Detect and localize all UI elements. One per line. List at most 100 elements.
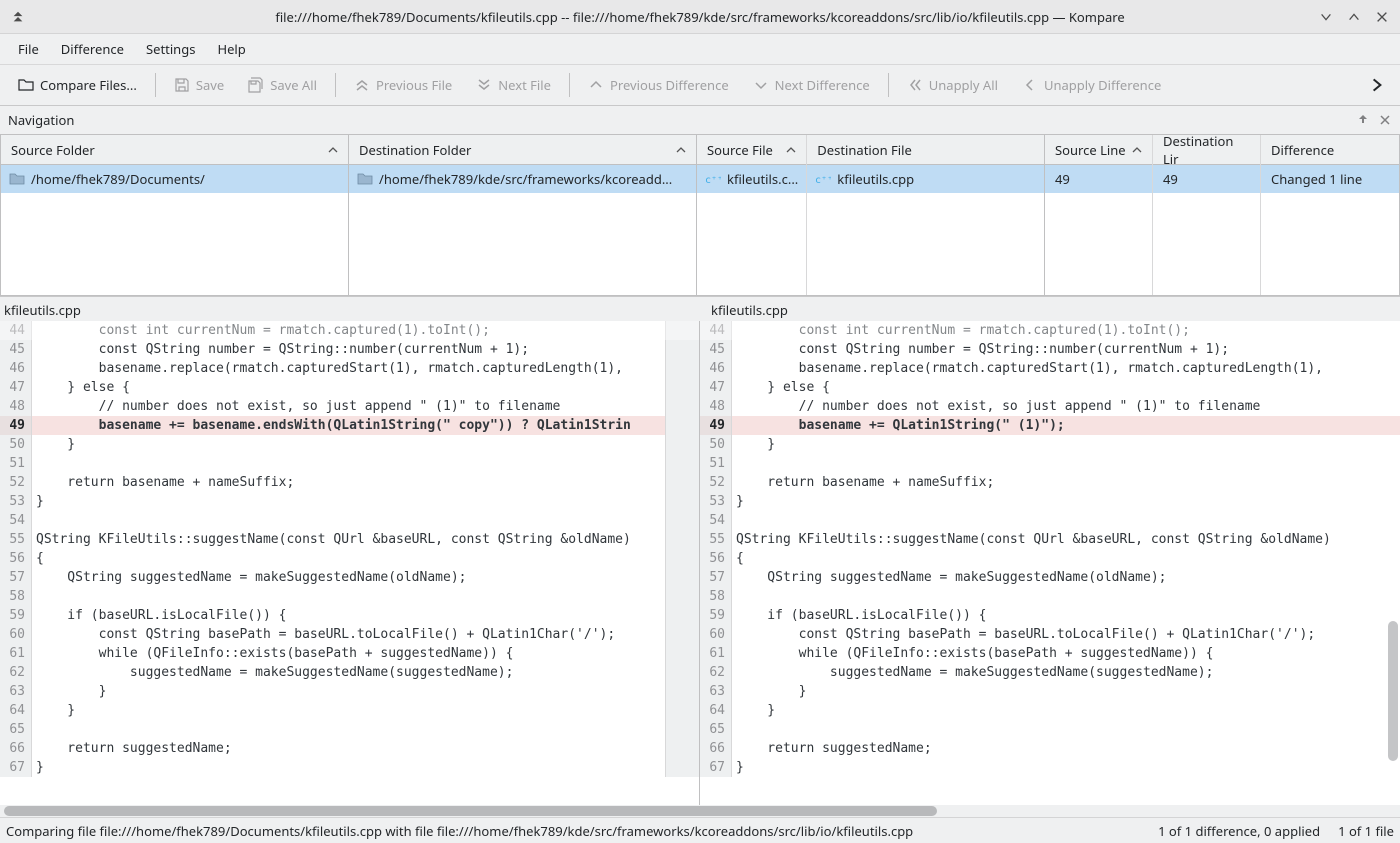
code-line[interactable]: 57 QString suggestedName = makeSuggested…	[700, 568, 1400, 587]
code-line[interactable]: 51	[700, 454, 1400, 473]
code-text	[732, 587, 736, 606]
line-number: 65	[700, 720, 732, 739]
code-line[interactable]: 54	[0, 511, 699, 530]
status-diffs: 1 of 1 difference, 0 applied	[1158, 822, 1320, 840]
code-line[interactable]: 53}	[0, 492, 699, 511]
minimize-button[interactable]	[1318, 9, 1334, 25]
save-all-button: Save All	[238, 70, 327, 100]
code-line[interactable]: 44 const int currentNum = rmatch.capture…	[0, 321, 699, 340]
code-line[interactable]: 53}	[700, 492, 1400, 511]
destination-line-cell[interactable]: 49	[1153, 165, 1260, 193]
source-pane[interactable]: 44 const int currentNum = rmatch.capture…	[0, 321, 700, 805]
code-text: return basename + nameSuffix;	[732, 473, 994, 492]
source-folder-row[interactable]: /home/fhek789/Documents/	[1, 165, 348, 193]
menu-file[interactable]: File	[8, 36, 49, 62]
code-line[interactable]: 55QString KFileUtils::suggestName(const …	[700, 530, 1400, 549]
code-line[interactable]: 48 // number does not exist, so just app…	[0, 397, 699, 416]
source-folder-header[interactable]: Source Folder	[1, 135, 348, 165]
code-line[interactable]: 67}	[0, 758, 699, 777]
destination-folder-header[interactable]: Destination Folder	[349, 135, 696, 165]
destination-pane[interactable]: 44 const int currentNum = rmatch.capture…	[700, 321, 1400, 805]
destination-line-header[interactable]: Destination Lir	[1153, 135, 1260, 165]
compare-files-button[interactable]: Compare Files...	[8, 70, 147, 100]
code-line[interactable]: 63 }	[0, 682, 699, 701]
code-line[interactable]: 64 }	[700, 701, 1400, 720]
code-line[interactable]: 60 const QString basePath = baseURL.toLo…	[0, 625, 699, 644]
code-line[interactable]: 46 basename.replace(rmatch.capturedStart…	[700, 359, 1400, 378]
code-line[interactable]: 66 return suggestedName;	[700, 739, 1400, 758]
code-line[interactable]: 55QString KFileUtils::suggestName(const …	[0, 530, 699, 549]
diff-marker	[665, 720, 699, 739]
maximize-button[interactable]	[1346, 9, 1362, 25]
code-line[interactable]: 62 suggestedName = makeSuggestedName(sug…	[700, 663, 1400, 682]
code-text: } else {	[732, 378, 830, 397]
diff-marker	[665, 397, 699, 416]
code-line[interactable]: 67}	[700, 758, 1400, 777]
code-text	[732, 454, 736, 473]
code-line[interactable]: 51	[0, 454, 699, 473]
code-line[interactable]: 61 while (QFileInfo::exists(basePath + s…	[700, 644, 1400, 663]
code-line[interactable]: 47 } else {	[0, 378, 699, 397]
vertical-scrollbar[interactable]	[1388, 621, 1398, 761]
code-line[interactable]: 47 } else {	[700, 378, 1400, 397]
code-line[interactable]: 64 }	[0, 701, 699, 720]
menu-difference[interactable]: Difference	[51, 36, 134, 62]
code-line[interactable]: 56{	[0, 549, 699, 568]
code-line[interactable]: 52 return basename + nameSuffix;	[0, 473, 699, 492]
diff-marker	[665, 378, 699, 397]
code-text	[32, 454, 36, 473]
code-line[interactable]: 60 const QString basePath = baseURL.toLo…	[700, 625, 1400, 644]
diff-marker	[665, 492, 699, 511]
code-line[interactable]: 56{	[700, 549, 1400, 568]
float-panel-icon[interactable]	[1356, 113, 1370, 127]
source-file-header[interactable]: Source File	[697, 135, 806, 165]
horizontal-scrollbar[interactable]	[4, 806, 937, 816]
code-line[interactable]: 58	[0, 587, 699, 606]
code-line[interactable]: 44 const int currentNum = rmatch.capture…	[700, 321, 1400, 340]
difference-cell[interactable]: Changed 1 line	[1261, 165, 1399, 193]
destination-file-row[interactable]: c⁺⁺ kfileutils.cpp	[807, 165, 1044, 193]
code-line[interactable]: 59 if (baseURL.isLocalFile()) {	[0, 606, 699, 625]
code-line[interactable]: 65	[700, 720, 1400, 739]
code-text: QString KFileUtils::suggestName(const QU…	[32, 530, 631, 549]
difference-header[interactable]: Difference	[1261, 135, 1399, 165]
source-line-header[interactable]: Source Line	[1045, 135, 1152, 165]
code-line[interactable]: 49 basename += QLatin1String(" (1)");	[700, 416, 1400, 435]
code-line[interactable]: 58	[700, 587, 1400, 606]
destination-folder-row[interactable]: /home/fhek789/kde/src/frameworks/kcoread…	[349, 165, 696, 193]
diff-marker	[665, 663, 699, 682]
code-line[interactable]: 65	[0, 720, 699, 739]
code-line[interactable]: 63 }	[700, 682, 1400, 701]
code-line[interactable]: 50 }	[700, 435, 1400, 454]
code-line[interactable]: 61 while (QFileInfo::exists(basePath + s…	[0, 644, 699, 663]
menu-settings[interactable]: Settings	[136, 36, 205, 62]
code-line[interactable]: 45 const QString number = QString::numbe…	[0, 340, 699, 359]
code-text: }	[732, 701, 775, 720]
code-line[interactable]: 52 return basename + nameSuffix;	[700, 473, 1400, 492]
line-number: 65	[0, 720, 32, 739]
source-file-row[interactable]: c⁺⁺ kfileutils.c...	[697, 165, 806, 193]
unapply-all-button: Unapply All	[897, 70, 1008, 100]
code-line[interactable]: 46 basename.replace(rmatch.capturedStart…	[0, 359, 699, 378]
source-line-cell[interactable]: 49	[1045, 165, 1152, 193]
close-panel-icon[interactable]	[1378, 113, 1392, 127]
code-line[interactable]: 59 if (baseURL.isLocalFile()) {	[700, 606, 1400, 625]
code-line[interactable]: 54	[700, 511, 1400, 530]
diff-marker	[665, 530, 699, 549]
code-line[interactable]: 48 // number does not exist, so just app…	[700, 397, 1400, 416]
toolbar-overflow-button[interactable]	[1362, 70, 1392, 100]
code-text: if (baseURL.isLocalFile()) {	[732, 606, 986, 625]
code-line[interactable]: 57 QString suggestedName = makeSuggested…	[0, 568, 699, 587]
code-line[interactable]: 45 const QString number = QString::numbe…	[700, 340, 1400, 359]
close-button[interactable]	[1374, 9, 1390, 25]
code-line[interactable]: 49 basename += basename.endsWith(QLatin1…	[0, 416, 699, 435]
code-line[interactable]: 62 suggestedName = makeSuggestedName(sug…	[0, 663, 699, 682]
line-number: 56	[0, 549, 32, 568]
code-line[interactable]: 66 return suggestedName;	[0, 739, 699, 758]
toolbar: Compare Files... Save Save All Previous …	[0, 64, 1400, 106]
destination-file-header[interactable]: Destination File	[807, 135, 1044, 165]
keep-above-icon[interactable]	[10, 9, 26, 25]
line-number: 56	[700, 549, 732, 568]
menu-help[interactable]: Help	[207, 36, 255, 62]
code-line[interactable]: 50 }	[0, 435, 699, 454]
